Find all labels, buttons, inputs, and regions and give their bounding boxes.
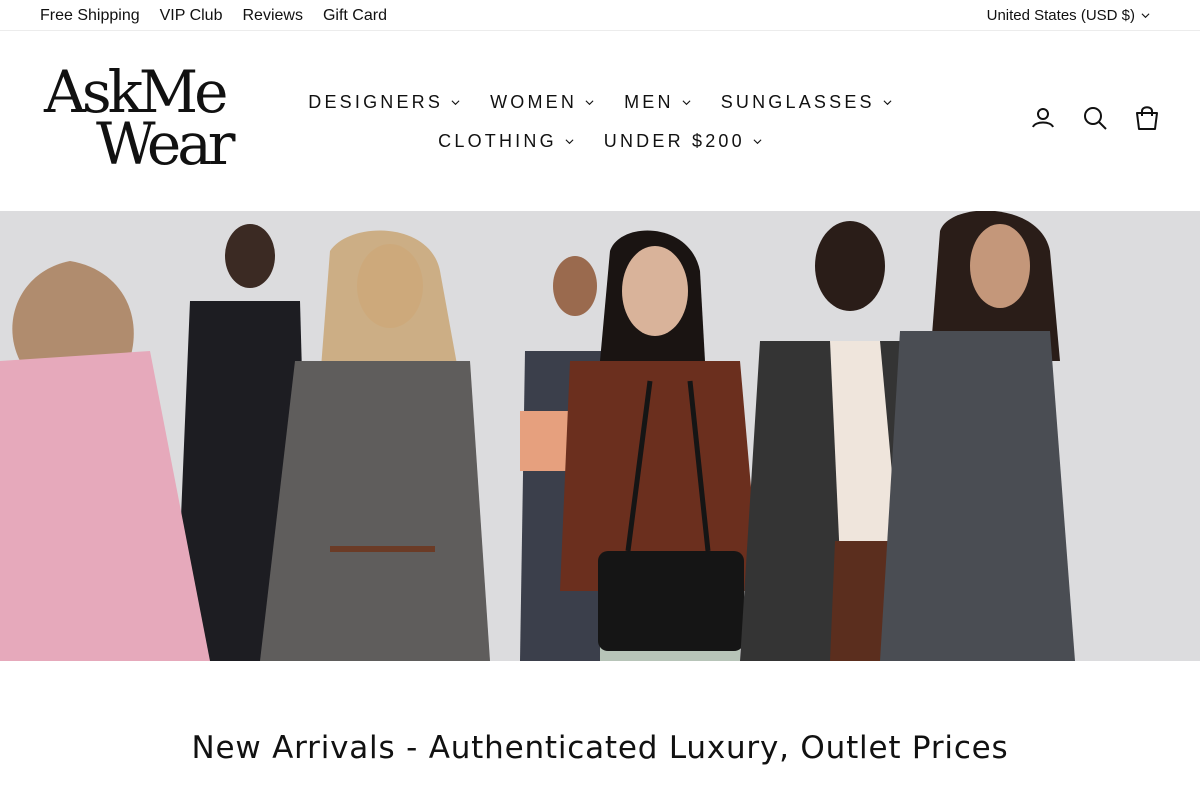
chevron-down-icon xyxy=(585,100,594,106)
nav-item-label: CLOTHING xyxy=(438,131,557,151)
nav-item-label: SUNGLASSES xyxy=(720,92,875,112)
search-button[interactable] xyxy=(1082,105,1108,131)
utility-links: Free Shipping VIP Club Reviews Gift Card xyxy=(40,0,407,31)
brand-logo[interactable]: AskMe Wear xyxy=(44,63,244,181)
vip-club-link[interactable]: VIP Club xyxy=(160,7,223,25)
nav-item-clothing[interactable]: CLOTHING xyxy=(438,131,574,152)
reviews-link[interactable]: Reviews xyxy=(242,7,302,25)
section-title: New Arrivals - Authenticated Luxury, Out… xyxy=(191,730,1009,766)
chevron-down-icon xyxy=(451,100,460,106)
nav-item-label: DESIGNERS xyxy=(308,92,444,112)
chevron-down-icon xyxy=(753,139,762,145)
announcement-bar: Free Shipping VIP Club Reviews Gift Card… xyxy=(0,0,1200,31)
cart-button[interactable] xyxy=(1134,105,1160,131)
free-shipping-link[interactable]: Free Shipping xyxy=(40,7,140,25)
nav-row-1: DESIGNERS WOMEN MEN SUNGLASSES xyxy=(300,83,900,122)
currency-selector[interactable]: United States (USD $) xyxy=(987,0,1150,31)
main-navigation: DESIGNERS WOMEN MEN SUNGLASSES CLOTHING xyxy=(300,83,900,161)
hero-banner[interactable] xyxy=(0,211,1200,661)
user-icon xyxy=(1032,108,1054,128)
cart-icon xyxy=(1136,106,1158,130)
nav-item-men[interactable]: MEN xyxy=(624,92,691,113)
account-button[interactable] xyxy=(1030,105,1056,131)
chevron-down-icon xyxy=(565,139,574,145)
currency-label: United States (USD $) xyxy=(986,7,1135,24)
hero-image xyxy=(0,211,1200,661)
logo-line-2: Wear xyxy=(96,110,236,178)
chevron-down-icon xyxy=(883,100,892,106)
nav-item-label: WOMEN xyxy=(490,92,578,112)
nav-item-under-200[interactable]: UNDER $200 xyxy=(604,131,762,152)
nav-item-sunglasses[interactable]: SUNGLASSES xyxy=(721,92,892,113)
header-actions xyxy=(1004,105,1160,131)
nav-item-women[interactable]: WOMEN xyxy=(490,92,594,113)
search-icon xyxy=(1084,107,1107,130)
chevron-down-icon xyxy=(1141,13,1150,19)
nav-item-label: UNDER $200 xyxy=(603,131,745,151)
chevron-down-icon xyxy=(682,100,691,106)
gift-card-link[interactable]: Gift Card xyxy=(323,7,387,25)
site-header: AskMe Wear DESIGNERS WOMEN MEN SUNGLASSE… xyxy=(0,31,1200,211)
nav-item-designers[interactable]: DESIGNERS xyxy=(308,92,460,113)
nav-row-2: CLOTHING UNDER $200 xyxy=(300,122,900,161)
nav-item-label: MEN xyxy=(624,92,674,112)
